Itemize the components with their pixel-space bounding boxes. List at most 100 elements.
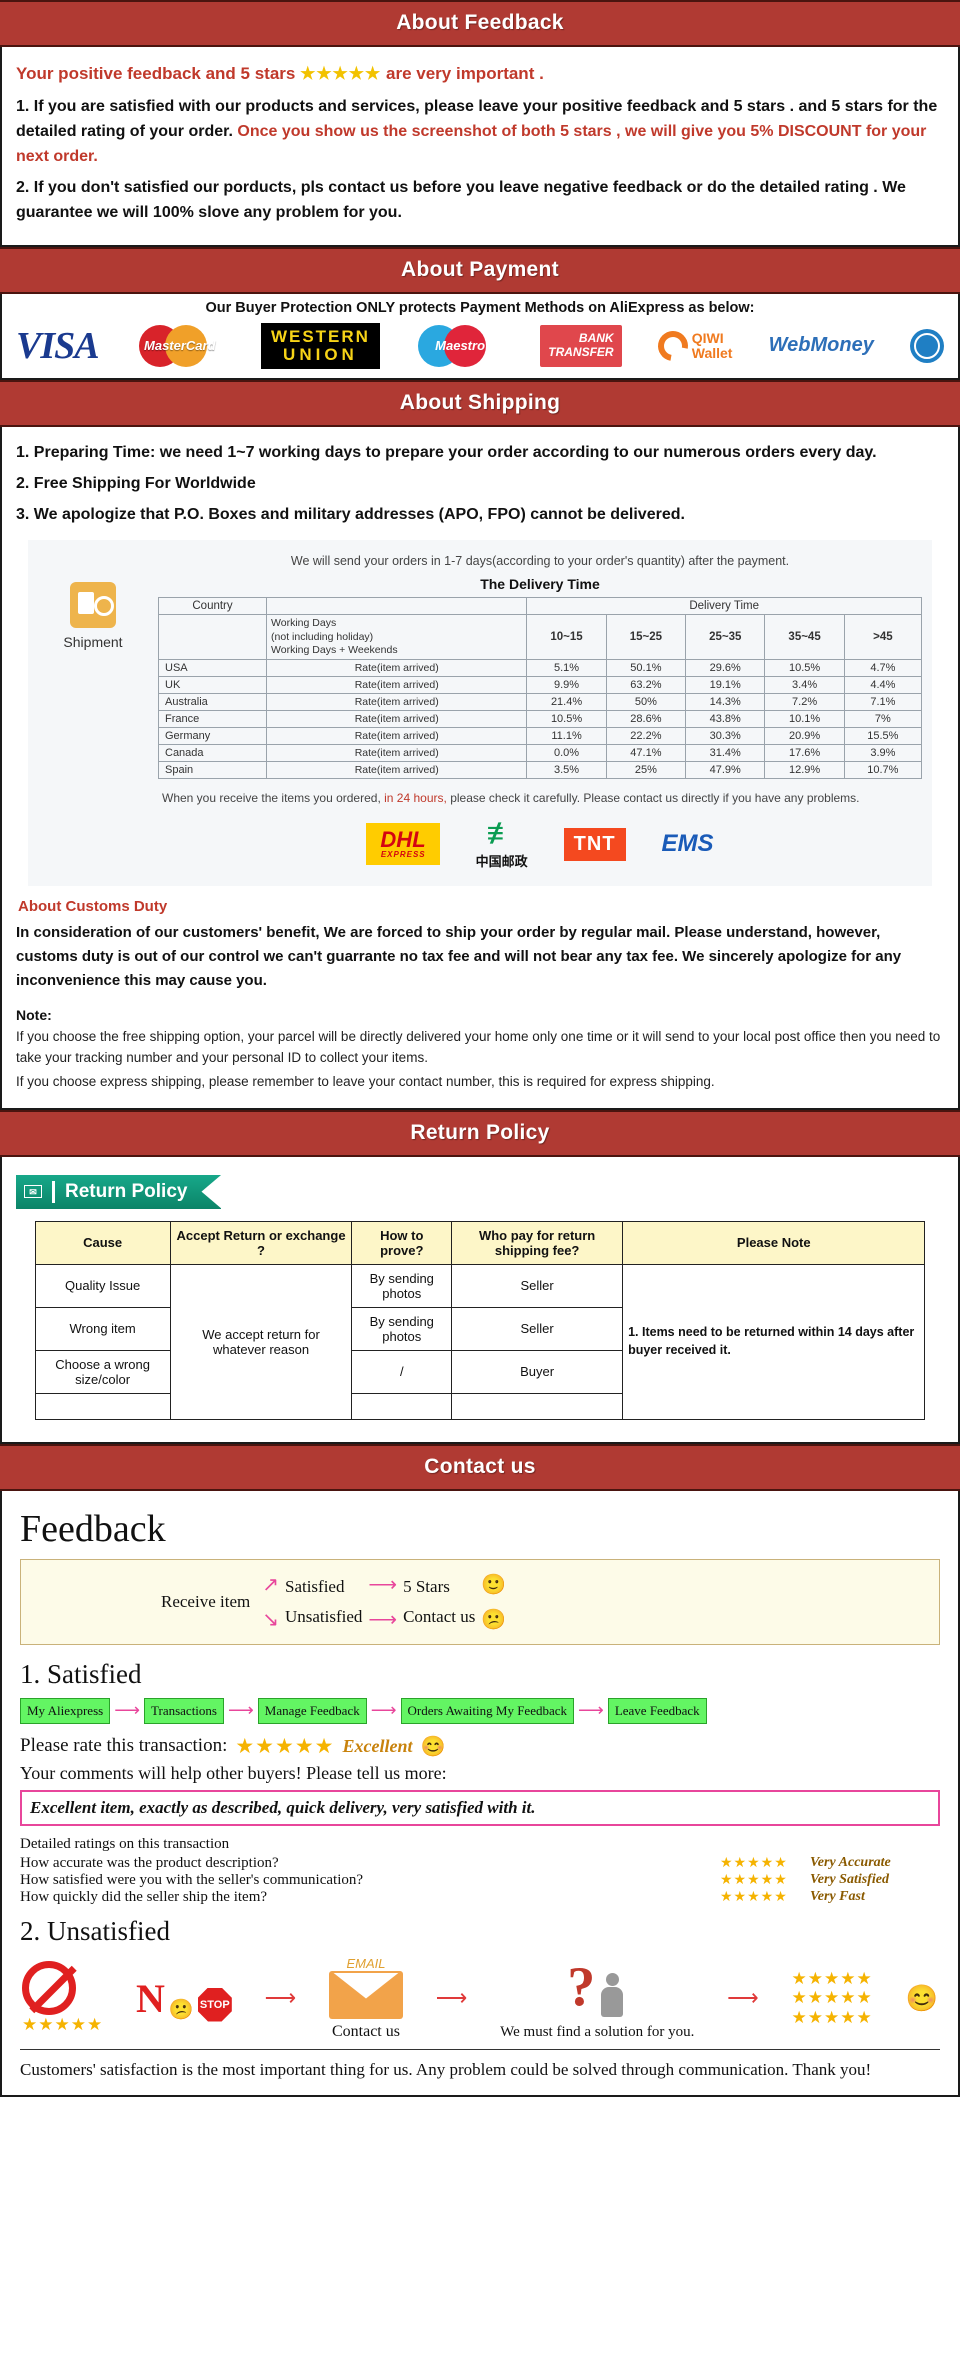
email-envelope-icon (328, 1970, 403, 2019)
return-policy-tab: ✉ Return Policy (16, 1174, 222, 1209)
detail-value: Very Fast (810, 1889, 865, 1905)
delivery-rate-label: Rate(item arrived) (266, 658, 528, 677)
return-cause: Choose a wrong size/color (34, 1349, 171, 1394)
delivery-value: 30.3% (685, 726, 766, 745)
flow-unsatisfied: Unsatisfied (284, 1606, 363, 1626)
rating-stars-icon[interactable]: ★★★★★ (235, 1734, 334, 1759)
delivery-working-days: Working Days (not including holiday) Worki… (266, 614, 528, 660)
delivery-value: 9.9% (526, 675, 607, 694)
delivery-value: 7.2% (764, 692, 845, 711)
delivery-rate-label: Rate(item arrived) (266, 743, 528, 762)
delivery-country: Spain (157, 760, 268, 779)
shipping-item-2: 2. Free Shipping For Worldwide (16, 475, 256, 493)
feedback-lead: Your positive feedback and 5 stars ★★★★★… (16, 63, 944, 86)
detailed-ratings-heading: Detailed ratings on this transaction (20, 1835, 230, 1852)
feedback-point-2: 2. If you don't satisfied our porducts, … (16, 179, 906, 222)
payment-methods-row: VISA MasterCard WESTERN UNION Maestro BA… (12, 322, 948, 374)
section-banner-return: Return Policy (0, 1109, 960, 1157)
closing-statement: Customers' satisfaction is the most impo… (20, 2049, 940, 2083)
delivery-country: Australia (157, 692, 268, 711)
happy-face-icon: 🙂 (481, 1573, 507, 1596)
email-label: EMAIL (346, 1955, 386, 1971)
delivery-value: 47.1% (605, 743, 687, 762)
flow-five-stars: 5 Stars (403, 1576, 450, 1596)
delivery-card-note: We will send your orders in 1-7 days(acc… (290, 554, 790, 569)
delivery-col-country: Country (157, 597, 268, 616)
detail-question: How satisfied were you with the seller's… (20, 1871, 364, 1888)
delivery-value: 11.1% (526, 726, 607, 745)
arrow-right-icon: ⟶ (114, 1700, 141, 1721)
delivery-group-header: Delivery Time (526, 597, 922, 616)
delivery-value: 3.4% (764, 675, 845, 694)
delivery-rate-label: Rate(item arrived) (266, 726, 528, 745)
rate-transaction-row: Please rate this transaction: ★★★★★ Exce… (20, 1734, 940, 1759)
delivery-value: 47.9% (685, 760, 766, 779)
shipment-icon (70, 582, 116, 629)
table-row: Spain Rate(item arrived) 3.5% 25% 47.9% 12.9%… (157, 760, 923, 779)
return-accept: We accept return for whatever reason (169, 1263, 353, 1420)
return-col-header: Who pay for return shipping fee? (451, 1220, 624, 1265)
return-col-header: Please Note (622, 1220, 926, 1265)
flow-satisfied: Satisfied (284, 1576, 345, 1596)
detail-stars-icon[interactable]: ★★★★★ (720, 1855, 810, 1872)
comment-textarea[interactable]: Excellent item, exactly as described, qu… (20, 1789, 940, 1826)
smiley-icon: 😊 (420, 1735, 446, 1758)
flow-receive-item: Receive item (161, 1591, 251, 1611)
delivery-table-title: The Delivery Time (480, 576, 600, 593)
delivery-rate-label: Rate(item arrived) (266, 692, 528, 711)
globe-icon (909, 326, 944, 366)
return-policy-table: Cause Accept Return or exchange ? How to p… (34, 1220, 926, 1420)
delivery-value: 29.6% (685, 658, 766, 677)
note-heading: Note: (16, 1006, 52, 1023)
delivery-country: USA (157, 658, 268, 677)
flow-step[interactable]: My Aliexpress (20, 1697, 111, 1724)
ems-logo: EMS (661, 830, 714, 858)
check-items-note: When you receive the items you ordered, … (162, 790, 860, 805)
table-row: France Rate(item arrived) 10.5% 28.6% 43.8% 1… (157, 709, 923, 728)
arrow-right-icon: ⟶ (435, 1985, 468, 2010)
shipping-item-3: 3. We apologize that P.O. Boxes and mili… (16, 506, 685, 524)
dhl-logo: DHL EXPRESS (366, 823, 440, 866)
qiwi-wallet-logo: QIWI Wallet (651, 325, 732, 367)
customs-heading: About Customs Duty (18, 897, 168, 915)
return-note: 1. Items need to be returned within 14 d… (622, 1263, 926, 1420)
detailed-ratings-list: How accurate was the product description… (16, 1855, 944, 1906)
arrow-right-icon: ⟶ (578, 1700, 604, 1721)
table-row: Australia Rate(item arrived) 21.4% 50% 14.3%… (157, 692, 923, 711)
detail-rating-row: How quickly did the seller ship the item… (20, 1889, 940, 1906)
delivery-country: France (157, 709, 268, 728)
comments-prompt: Your comments will help other buyers! Pl… (20, 1762, 447, 1783)
delivery-value: 14.3% (685, 692, 766, 711)
arrow-right-icon: ⟶ (368, 1573, 398, 1596)
table-row: Canada Rate(item arrived) 0.0% 47.1% 31.4% 17… (157, 743, 923, 762)
no-letter: N (136, 1975, 165, 2021)
unsatisfied-heading: 2. Unsatisfied (20, 1915, 170, 1946)
delivery-rate-label: Rate(item arrived) (266, 760, 528, 779)
delivery-rate-label: Rate(item arrived) (266, 709, 528, 728)
sad-face-icon: 😕 (481, 1608, 507, 1631)
return-panel: ✉ Return Policy Cause Accept Return or ex… (0, 1156, 960, 1444)
detail-question: How accurate was the product description… (20, 1854, 279, 1871)
note-line-2: If you choose express shipping, please r… (16, 1073, 715, 1089)
table-row: Quality Issue We accept return for whatev… (34, 1263, 926, 1420)
flow-step[interactable]: Leave Feedback (607, 1697, 707, 1724)
delivery-time-table: Country Delivery Time Working Days (not inc… (157, 597, 923, 779)
delivery-value: 28.6% (605, 709, 687, 728)
delivery-range-header: 15~25 (605, 614, 687, 660)
delivery-value: 10.5% (526, 709, 607, 728)
shipment-icon-block: Shipment (38, 554, 148, 873)
shipment-label: Shipment (63, 634, 123, 651)
arrow-right-icon: ⟶ (370, 1700, 397, 1721)
detail-stars-icon[interactable]: ★★★★★ (720, 1889, 810, 1906)
arrow-right-icon: ⟶ (264, 1985, 297, 2010)
flow-step[interactable]: Manage Feedback (257, 1697, 367, 1724)
solution-caption: We must find a solution for you. (500, 2023, 695, 2040)
satisfied-heading: 1. Satisfied (20, 1658, 142, 1689)
flow-step[interactable]: Transactions (144, 1697, 224, 1724)
carriers-row: DHL EXPRESS ≢ 中国邮政 TNT EMS (158, 813, 922, 874)
detail-stars-icon[interactable]: ★★★★★ (720, 1872, 810, 1889)
delivery-range-header: >45 (843, 614, 923, 660)
section-banner-shipping: About Shipping (0, 379, 960, 427)
detail-question: How quickly did the seller ship the item… (20, 1888, 268, 1905)
flow-step[interactable]: Orders Awaiting My Feedback (400, 1697, 575, 1724)
